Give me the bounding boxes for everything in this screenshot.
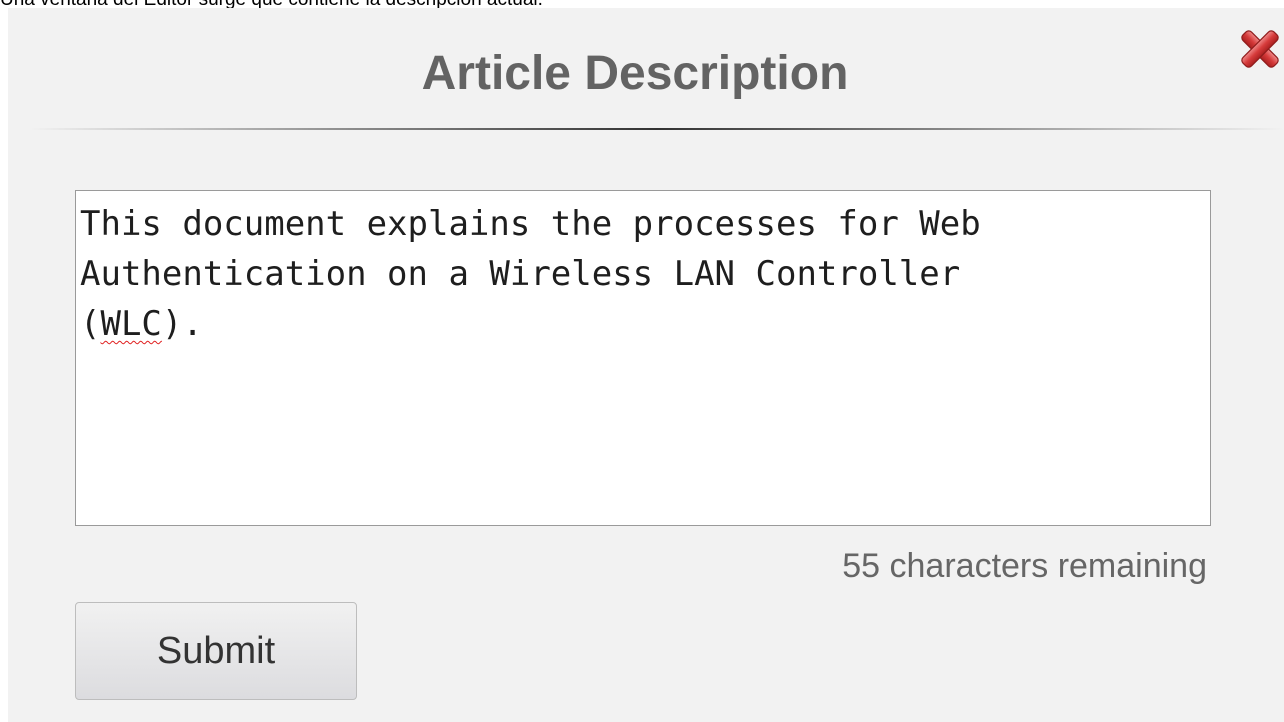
close-button[interactable]	[1236, 22, 1284, 74]
dialog-title: Article Description	[421, 47, 849, 100]
description-text: This document explains the processes for…	[80, 204, 981, 344]
spellcheck-flagged-word: WLC	[100, 304, 162, 344]
title-divider	[30, 128, 1284, 130]
description-text-end: ).	[161, 304, 203, 344]
close-x-icon	[1241, 30, 1279, 68]
article-description-dialog: Article Description This document explai…	[8, 8, 1284, 722]
characters-remaining: 55 characters remaining	[842, 547, 1207, 585]
description-textarea[interactable]: This document explains the processes for…	[75, 190, 1211, 526]
submit-button[interactable]: Submit	[75, 602, 357, 700]
